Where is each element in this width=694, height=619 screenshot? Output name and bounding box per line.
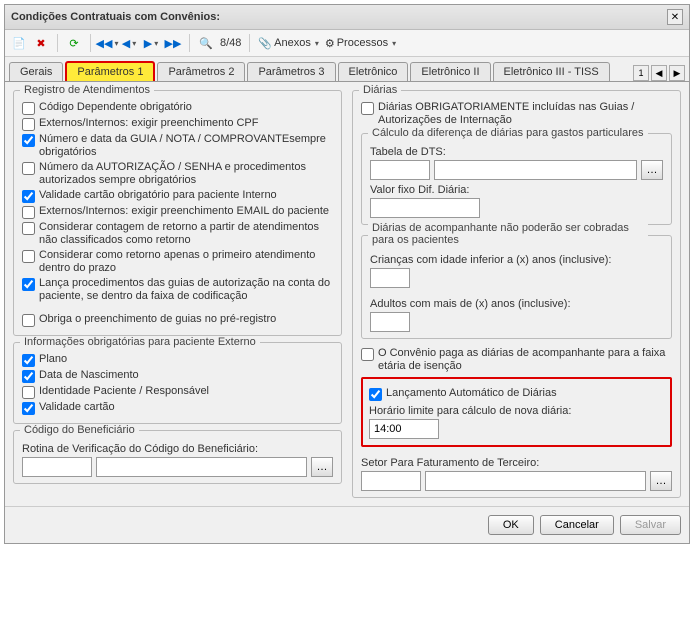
window-title: Condições Contratuais com Convênios: [11,11,220,23]
rotina-code-input[interactable] [22,457,92,477]
dts-code-input[interactable] [370,160,430,180]
chk-autorizacao[interactable] [22,162,35,175]
ok-button[interactable]: OK [488,515,534,535]
chk-numero-guia[interactable] [22,134,35,147]
group-diarias: Diárias Diárias OBRIGATORIAMENTE incluíd… [352,90,681,498]
toolbar: 📄 ✖ ⟳ ◀◀ ◀ ▶ ▶▶ 🔍 8/48 📎Anexos ⚙Processo… [5,30,689,57]
rotina-desc-input[interactable] [96,457,307,477]
delete-icon[interactable]: ✖ [33,35,49,51]
dts-lookup-button[interactable]: … [641,160,663,180]
tabela-dts-label: Tabela de DTS: [370,146,663,158]
criancas-input[interactable] [370,268,410,288]
new-icon[interactable]: 📄 [11,35,27,51]
tab-parametros-3[interactable]: Parâmetros 3 [247,62,335,81]
first-icon[interactable]: ◀◀ [99,35,115,51]
search-icon[interactable]: 🔍 [198,35,214,51]
chk-plano[interactable] [22,354,35,367]
group-title: Código do Beneficiário [20,424,139,436]
tab-extra[interactable]: 1 [633,65,649,81]
tab-eletronico-3-tiss[interactable]: Eletrônico III - TISS [493,62,610,81]
prev-icon[interactable]: ◀ [121,35,137,51]
dts-desc-input[interactable] [434,160,637,180]
chk-externos-cpf[interactable] [22,118,35,131]
tab-scroll-right-icon[interactable]: ▶ [669,65,685,81]
last-icon[interactable]: ▶▶ [165,35,181,51]
dialog-window: Condições Contratuais com Convênios: ✕ 📄… [4,4,690,544]
chk-lanca-proc[interactable] [22,278,35,291]
chk-codigo-dependente[interactable] [22,102,35,115]
cancel-button[interactable]: Cancelar [540,515,614,535]
chk-externos-email[interactable] [22,206,35,219]
setor-label: Setor Para Faturamento de Terceiro: [361,457,672,469]
setor-desc-input[interactable] [425,471,646,491]
group-title: Registro de Atendimentos [20,84,154,96]
lancamento-auto-box: Lançamento Automático de Diárias Horário… [361,377,672,447]
tab-parametros-2[interactable]: Parâmetros 2 [157,62,245,81]
tab-parametros-1[interactable]: Parâmetros 1 [65,61,155,81]
content-area: Registro de Atendimentos Código Dependen… [5,82,689,506]
tab-eletronico-2[interactable]: Eletrônico II [410,62,490,81]
refresh-icon[interactable]: ⟳ [66,35,82,51]
chk-validade-cartao[interactable] [22,402,35,415]
left-column: Registro de Atendimentos Código Dependen… [13,90,342,498]
group-title: Cálculo da diferença de diárias para gas… [368,127,648,139]
button-bar: OK Cancelar Salvar [5,506,689,543]
chk-data-nasc[interactable] [22,370,35,383]
chk-identidade[interactable] [22,386,35,399]
chk-lancamento-auto[interactable] [369,388,382,401]
anexos-dropdown[interactable]: 📎Anexos [258,37,318,50]
group-codigo-beneficiario: Código do Beneficiário Rotina de Verific… [13,430,342,484]
tab-bar: Gerais Parâmetros 1 Parâmetros 2 Parâmet… [5,57,689,82]
group-title: Informações obrigatórias para paciente E… [20,336,260,348]
tab-gerais[interactable]: Gerais [9,62,63,81]
chk-contagem-retorno[interactable] [22,222,35,235]
setor-lookup-button[interactable]: … [650,471,672,491]
setor-code-input[interactable] [361,471,421,491]
chk-obriga-guias[interactable] [22,314,35,327]
group-acompanhante: Diárias de acompanhante não poderão ser … [361,235,672,339]
chk-convenio-paga[interactable] [361,348,374,361]
adultos-input[interactable] [370,312,410,332]
save-button[interactable]: Salvar [620,515,681,535]
group-registro-atendimentos: Registro de Atendimentos Código Dependen… [13,90,342,336]
horario-label: Horário limite para cálculo de nova diár… [369,405,664,417]
valor-fixo-label: Valor fixo Dif. Diária: [370,184,663,196]
titlebar: Condições Contratuais com Convênios: ✕ [5,5,689,30]
rotina-label: Rotina de Verificação do Código do Benef… [22,443,333,455]
chk-diarias-obrig[interactable] [361,102,374,115]
chk-retorno-primeiro[interactable] [22,250,35,263]
criancas-label: Crianças com idade inferior a (x) anos (… [370,254,663,266]
record-counter: 8/48 [220,37,241,49]
group-title: Diárias [359,84,401,96]
group-title: Diárias de acompanhante não poderão ser … [368,222,648,246]
rotina-lookup-button[interactable]: … [311,457,333,477]
group-calc-diferenca: Cálculo da diferença de diárias para gas… [361,133,672,225]
right-column: Diárias Diárias OBRIGATORIAMENTE incluíd… [352,90,681,498]
tab-eletronico[interactable]: Eletrônico [338,62,409,81]
processos-dropdown[interactable]: ⚙Processos [325,37,396,50]
valor-fixo-input[interactable] [370,198,480,218]
group-info-externo: Informações obrigatórias para paciente E… [13,342,342,424]
next-icon[interactable]: ▶ [143,35,159,51]
chk-validade-interno[interactable] [22,190,35,203]
close-icon[interactable]: ✕ [667,9,683,25]
horario-input[interactable] [369,419,439,439]
tab-scroll-left-icon[interactable]: ◀ [651,65,667,81]
adultos-label: Adultos com mais de (x) anos (inclusive)… [370,298,663,310]
